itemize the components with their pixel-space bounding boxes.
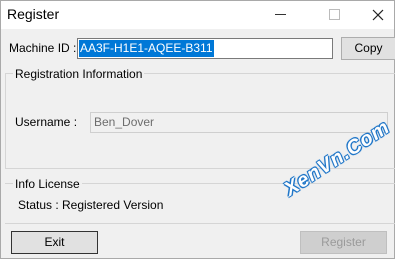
machine-id-field[interactable]: AA3F-H1E1-AQEE-B311	[77, 38, 333, 59]
machine-id-label: Machine ID :	[9, 41, 77, 55]
username-label: Username :	[15, 115, 78, 129]
exit-button[interactable]: Exit	[11, 231, 98, 254]
register-window: Register Machine ID : AA3F-H1E1-AQEE-B31…	[0, 0, 395, 259]
title-bar[interactable]: Register	[1, 1, 394, 29]
machine-id-value[interactable]: AA3F-H1E1-AQEE-B311	[79, 40, 214, 57]
window-title: Register	[7, 6, 60, 22]
info-group-title: Info License	[13, 177, 82, 191]
copy-button[interactable]: Copy	[341, 37, 395, 60]
status-label: Status :	[18, 198, 59, 212]
maximize-button[interactable]	[311, 1, 357, 29]
separator	[5, 223, 395, 224]
registration-group-title: Registration Information	[13, 67, 145, 81]
close-button[interactable]	[355, 1, 395, 29]
minimize-icon	[275, 14, 286, 15]
username-field[interactable]: Ben_Dover	[90, 112, 388, 133]
minimize-button[interactable]	[257, 1, 303, 29]
maximize-icon	[329, 9, 340, 20]
status-value: Registered Version	[62, 198, 164, 212]
register-button[interactable]: Register	[300, 231, 387, 254]
close-icon	[372, 9, 384, 21]
